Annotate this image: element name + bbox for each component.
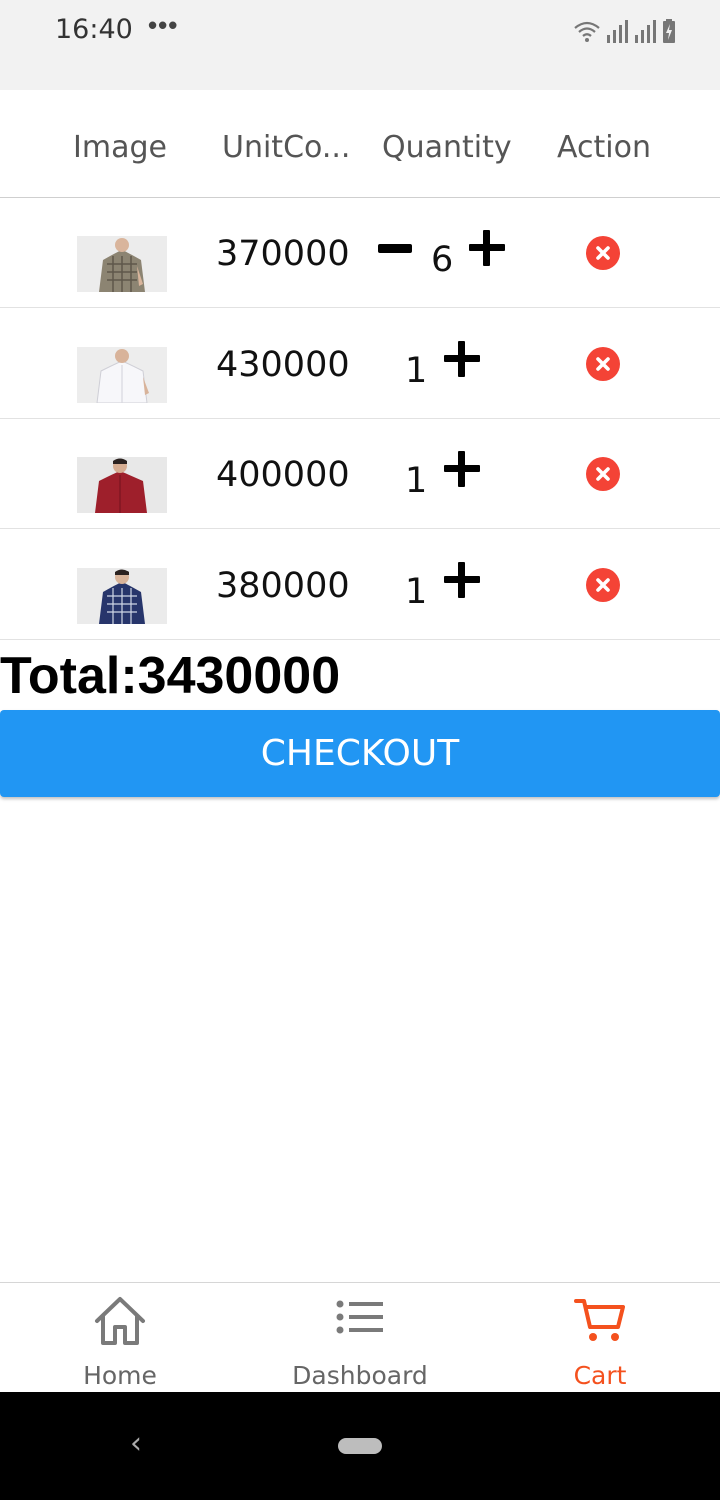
home-pill-button[interactable]: [338, 1438, 382, 1454]
remove-item-button[interactable]: [586, 347, 620, 381]
increase-quantity-button[interactable]: [444, 341, 480, 377]
close-circle-icon: [596, 467, 610, 481]
product-thumbnail: [77, 568, 167, 624]
cart-total: Total:3430000: [0, 647, 341, 705]
cart-icon: [574, 1299, 625, 1341]
unit-cost: 370000: [216, 234, 350, 274]
unit-cost: 400000: [216, 455, 350, 495]
status-icons: [574, 17, 676, 43]
nav-dashboard-label: Dashboard: [292, 1361, 428, 1390]
nav-home[interactable]: Home: [0, 1283, 240, 1393]
product-thumbnail: [77, 347, 167, 403]
system-nav-bar: ‹: [0, 1392, 720, 1500]
bottom-nav: Home Dashboard Cart: [0, 1282, 720, 1392]
product-thumbnail: [77, 236, 167, 292]
wifi-icon: [574, 21, 600, 42]
status-bar: 16:40 •••: [0, 0, 720, 90]
signal-icon-2: [635, 20, 656, 43]
checkout-button[interactable]: CHECKOUT: [0, 710, 720, 797]
product-thumbnail: [77, 457, 167, 513]
cart-row: 400000 1: [0, 419, 720, 529]
quantity-value: 1: [405, 572, 428, 612]
unit-cost: 430000: [216, 345, 350, 385]
increase-quantity-button[interactable]: [444, 451, 480, 487]
unit-cost: 380000: [216, 566, 350, 606]
cart-row: 380000 1: [0, 530, 720, 640]
remove-item-button[interactable]: [586, 236, 620, 270]
quantity-value: 1: [405, 461, 428, 501]
decrease-quantity-button[interactable]: [378, 244, 412, 253]
table-header: Image UnitCo... Quantity Action: [0, 90, 720, 198]
nav-home-label: Home: [83, 1361, 157, 1390]
header-quantity: Quantity: [382, 130, 512, 165]
remove-item-button[interactable]: [586, 568, 620, 602]
close-circle-icon: [596, 246, 610, 260]
increase-quantity-button[interactable]: [469, 230, 505, 266]
home-icon: [95, 1297, 145, 1345]
cart-row: 370000 6: [0, 198, 720, 308]
header-unit-cost: UnitCo...: [222, 130, 351, 165]
back-icon[interactable]: ‹: [130, 1426, 142, 1461]
status-time: 16:40: [55, 14, 133, 45]
nav-dashboard[interactable]: Dashboard: [240, 1283, 480, 1393]
header-image: Image: [73, 130, 167, 165]
cart-row: 430000 1: [0, 309, 720, 419]
status-more-dots: •••: [148, 10, 179, 40]
quantity-value: 1: [405, 351, 428, 391]
close-circle-icon: [596, 357, 610, 371]
signal-icon: [607, 20, 628, 43]
header-action: Action: [557, 130, 651, 165]
increase-quantity-button[interactable]: [444, 562, 480, 598]
nav-cart[interactable]: Cart: [480, 1283, 720, 1393]
list-icon: [336, 1300, 383, 1334]
quantity-value: 6: [431, 240, 454, 280]
battery-icon: [663, 19, 675, 43]
close-circle-icon: [596, 578, 610, 592]
nav-cart-label: Cart: [573, 1361, 627, 1390]
remove-item-button[interactable]: [586, 457, 620, 491]
